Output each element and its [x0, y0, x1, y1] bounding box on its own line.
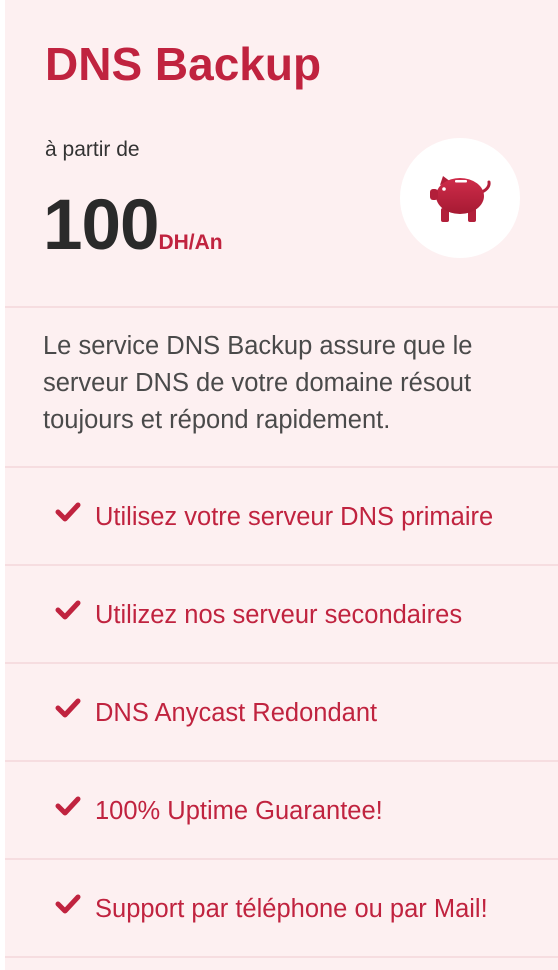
- feature-label: Utilisez votre serveur DNS primaire: [95, 503, 494, 531]
- price-amount: 100: [43, 186, 159, 265]
- feature-label: 100% Uptime Guarantee!: [95, 797, 383, 825]
- feature-label: DNS Anycast Redondant: [95, 699, 378, 727]
- price: 100DH/An: [43, 186, 223, 285]
- plan-description: Le service DNS Backup assure que le serv…: [43, 332, 473, 434]
- feature-item: 100% Uptime Guarantee!: [5, 762, 558, 860]
- feature-item: Support par téléphone ou par Mail!: [5, 860, 558, 958]
- piggy-bank-icon: [430, 176, 491, 222]
- pricing-card: DNS Backup à partir de 100DH/An Le servi…: [5, 0, 558, 970]
- plan-icon-badge: [400, 138, 520, 258]
- feature-label: Utilizez nos serveur secondaires: [95, 601, 463, 629]
- plan-title: DNS Backup: [45, 38, 322, 90]
- feature-item: DNS Anycast Redondant: [5, 664, 558, 762]
- price-from-label: à partir de: [45, 138, 140, 161]
- feature-label: Support par téléphone ou par Mail!: [95, 895, 488, 923]
- checkmark-icon: [55, 796, 81, 816]
- pricing-header: DNS Backup à partir de 100DH/An: [5, 0, 558, 308]
- plan-description-section: Le service DNS Backup assure que le serv…: [5, 308, 558, 468]
- checkmark-icon: [55, 502, 81, 522]
- checkmark-icon: [55, 600, 81, 620]
- checkmark-icon: [55, 698, 81, 718]
- feature-item: Utilisez votre serveur DNS primaire: [5, 468, 558, 566]
- feature-item: Utilizez nos serveur secondaires: [5, 566, 558, 664]
- checkmark-icon: [55, 894, 81, 914]
- price-unit: DH/An: [158, 231, 223, 254]
